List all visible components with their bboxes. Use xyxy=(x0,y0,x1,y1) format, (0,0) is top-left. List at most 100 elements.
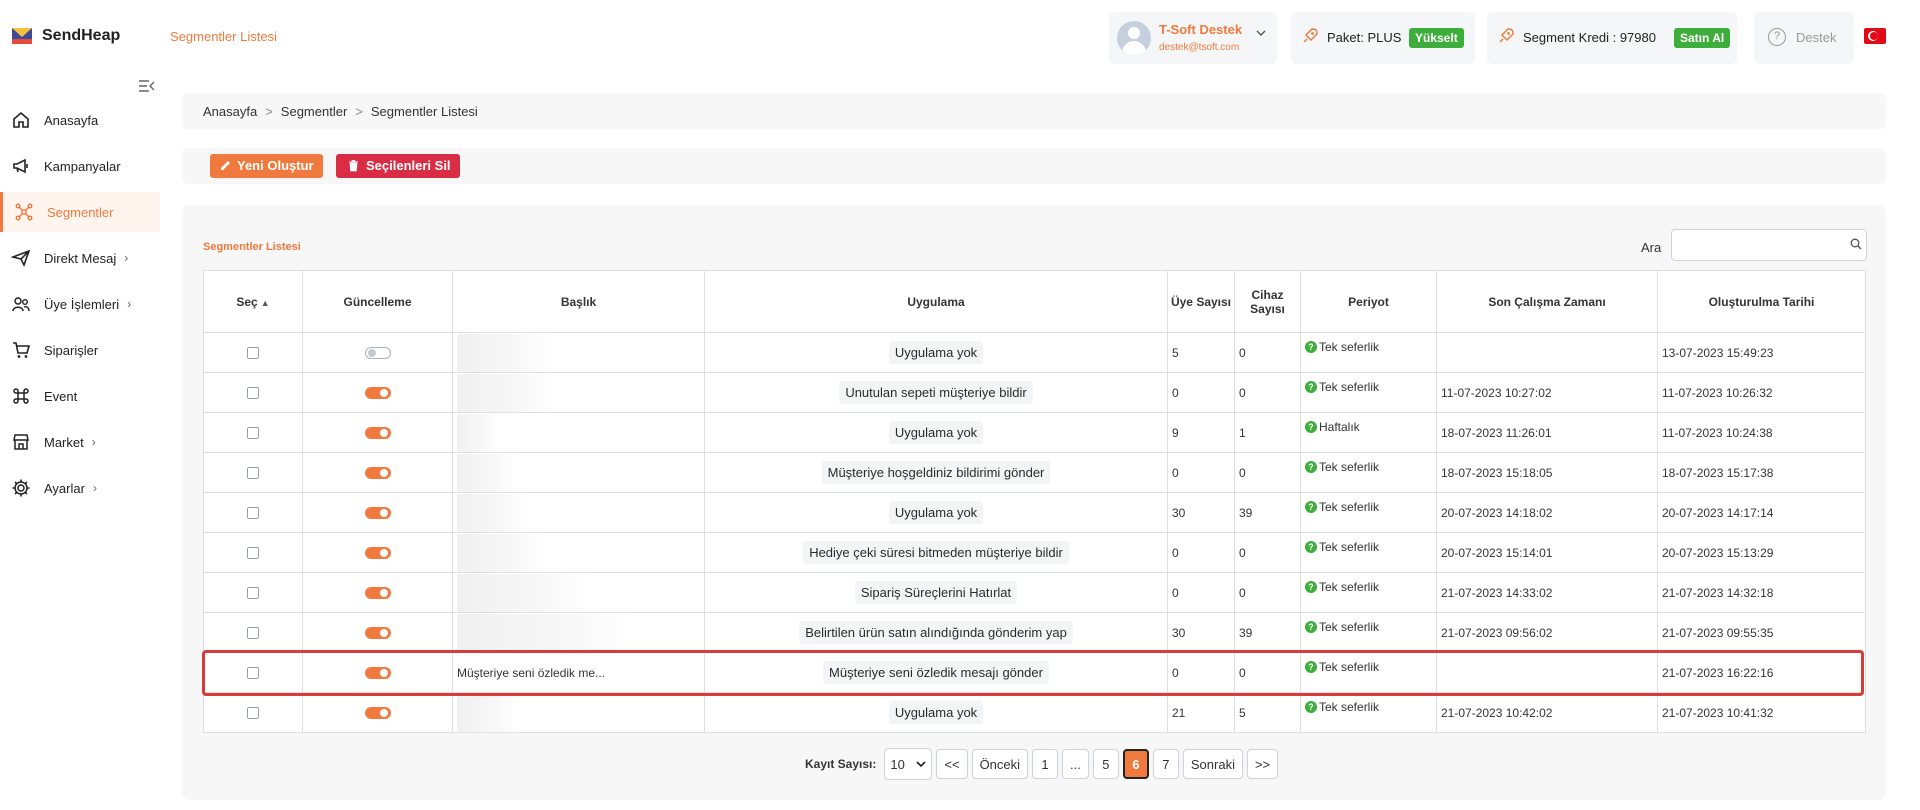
sort-icon[interactable]: ▲ xyxy=(261,298,270,308)
last-run-time: 18-07-2023 15:18:05 xyxy=(1436,452,1658,493)
help-icon[interactable]: ? xyxy=(1305,340,1317,353)
new-segment-button[interactable]: Yeni Oluştur xyxy=(210,154,323,178)
update-toggle[interactable] xyxy=(364,507,391,520)
next-page-button[interactable]: Sonraki xyxy=(1182,749,1243,779)
row-checkbox[interactable] xyxy=(247,547,259,560)
period-label: Haftalık xyxy=(1319,419,1360,434)
chevron-down-icon[interactable] xyxy=(1255,26,1267,42)
table-row: Hediye çeki süresi bitmeden müşteriye bi… xyxy=(203,532,1866,573)
table-row-highlighted: Müşteriye seni özledik me... Müşteriye se… xyxy=(203,652,1866,693)
created-date: 21-07-2023 09:55:35 xyxy=(1657,612,1866,653)
help-icon[interactable]: ? xyxy=(1305,540,1317,553)
update-toggle[interactable] xyxy=(364,627,391,640)
update-toggle[interactable] xyxy=(364,707,391,720)
help-icon[interactable]: ? xyxy=(1305,580,1317,593)
page-size-select[interactable]: 10 xyxy=(884,748,933,780)
redacted-title xyxy=(457,333,552,372)
support-button[interactable]: ? Destek xyxy=(1754,12,1854,64)
row-checkbox[interactable] xyxy=(247,387,259,400)
row-checkbox[interactable] xyxy=(247,627,259,640)
member-count: 0 xyxy=(1167,372,1235,413)
search-input[interactable] xyxy=(1671,229,1867,261)
sidebar-item-ayarlar[interactable]: Ayarlar › xyxy=(0,468,160,508)
package-box: Paket: PLUS Yükselt xyxy=(1291,12,1475,64)
sidebar-item-siparişler[interactable]: Siparişler xyxy=(0,330,160,370)
user-menu[interactable]: T-Soft Destek destek@tsoft.com xyxy=(1109,12,1277,64)
breadcrumb-separator: > xyxy=(355,104,363,119)
delete-selected-button[interactable]: Seçilenleri Sil xyxy=(336,154,460,178)
help-icon[interactable]: ? xyxy=(1305,380,1317,393)
avatar xyxy=(1117,21,1151,55)
help-icon[interactable]: ? xyxy=(1305,700,1317,713)
page-button[interactable]: 5 xyxy=(1092,749,1119,779)
help-icon: ? xyxy=(1768,28,1786,46)
page-button[interactable]: 6 xyxy=(1122,749,1149,779)
update-toggle[interactable] xyxy=(364,547,391,560)
member-count: 5 xyxy=(1167,332,1235,373)
buy-button[interactable]: Satın Al xyxy=(1674,28,1731,48)
help-icon[interactable]: ? xyxy=(1305,420,1317,433)
help-icon[interactable]: ? xyxy=(1305,620,1317,633)
page-button[interactable]: 7 xyxy=(1152,749,1179,779)
update-toggle[interactable] xyxy=(364,427,391,440)
last-run-time: 21-07-2023 10:42:02 xyxy=(1436,692,1658,733)
upgrade-button[interactable]: Yükselt xyxy=(1409,28,1464,48)
row-checkbox[interactable] xyxy=(247,587,259,600)
column-header-select[interactable]: Seç ▲ xyxy=(203,270,303,333)
device-count: 39 xyxy=(1234,492,1301,533)
table-row: Belirtilen ürün satın alındığında gönder… xyxy=(203,612,1866,653)
column-header-devices: Cihaz Sayısı xyxy=(1234,270,1301,333)
help-icon[interactable]: ? xyxy=(1305,460,1317,473)
update-toggle[interactable] xyxy=(364,587,391,600)
device-count: 1 xyxy=(1234,412,1301,453)
row-checkbox[interactable] xyxy=(247,707,259,720)
sidebar-item-segmentler[interactable]: Segmentler xyxy=(0,192,160,232)
first-page-button[interactable]: << xyxy=(936,749,968,779)
collapse-sidebar-icon[interactable] xyxy=(138,79,156,95)
breadcrumb-home[interactable]: Anasayfa xyxy=(203,104,257,119)
row-title: Müşteriye seni özledik me... xyxy=(457,665,606,680)
turkey-flag-icon[interactable] xyxy=(1864,28,1886,44)
list-title: Segmentler Listesi xyxy=(203,241,301,253)
search-icon[interactable] xyxy=(1850,238,1862,250)
last-run-time xyxy=(1436,332,1658,373)
previous-page-button[interactable]: Önceki xyxy=(971,749,1029,779)
device-count: 0 xyxy=(1234,652,1301,693)
sidebar-item-direkt-mesaj[interactable]: Direkt Mesaj › xyxy=(0,238,160,278)
sidebar-item-anasayfa[interactable]: Anasayfa xyxy=(0,100,160,140)
period-label: Tek seferlik xyxy=(1319,579,1380,594)
row-checkbox[interactable] xyxy=(247,467,259,480)
row-checkbox[interactable] xyxy=(247,427,259,440)
sidebar-item-kampanyalar[interactable]: Kampanyalar xyxy=(0,146,160,186)
breadcrumb-segments[interactable]: Segmentler xyxy=(281,104,347,119)
last-page-button[interactable]: >> xyxy=(1246,749,1279,779)
credit-label: Segment Kredi : 97980 xyxy=(1523,30,1656,45)
chevron-right-icon: › xyxy=(127,297,132,311)
help-icon[interactable]: ? xyxy=(1305,500,1317,513)
sidebar-item-market[interactable]: Market › xyxy=(0,422,160,462)
sidebar-item-üye-i-şlemleri[interactable]: Üye İşlemleri › xyxy=(0,284,160,324)
created-date: 20-07-2023 15:13:29 xyxy=(1657,532,1866,573)
table-row: Müşteriye hoşgeldiniz bildirimi gönder 0 0… xyxy=(203,452,1866,493)
row-checkbox[interactable] xyxy=(247,667,259,680)
page-button[interactable]: 1 xyxy=(1032,749,1059,779)
row-checkbox[interactable] xyxy=(247,507,259,520)
row-checkbox[interactable] xyxy=(247,347,259,360)
update-toggle[interactable] xyxy=(364,667,391,680)
megaphone-icon xyxy=(10,155,32,177)
logo[interactable]: SendHeap xyxy=(12,27,120,45)
created-date: 11-07-2023 10:26:32 xyxy=(1657,372,1866,413)
help-icon[interactable]: ? xyxy=(1305,660,1317,673)
member-count: 30 xyxy=(1167,612,1235,653)
created-date: 11-07-2023 10:24:38 xyxy=(1657,412,1866,453)
app-name: SendHeap xyxy=(42,27,121,44)
update-toggle[interactable] xyxy=(364,387,391,400)
last-run-time: 20-07-2023 14:18:02 xyxy=(1436,492,1658,533)
created-date: 18-07-2023 15:17:38 xyxy=(1657,452,1866,493)
logo-icon xyxy=(12,28,32,44)
sidebar-item-event[interactable]: Event xyxy=(0,376,160,416)
update-toggle[interactable] xyxy=(364,467,391,480)
app-label: Uygulama yok xyxy=(888,701,984,724)
breadcrumb-current: Segmentler Listesi xyxy=(370,104,478,119)
update-toggle[interactable] xyxy=(364,347,391,360)
